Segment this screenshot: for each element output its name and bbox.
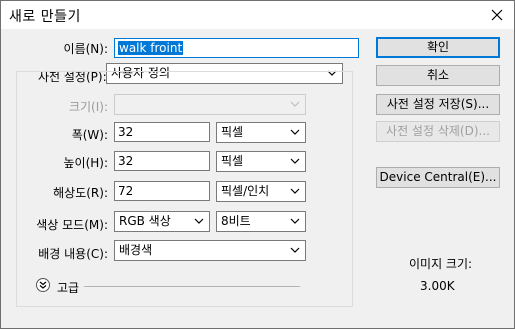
dialog-title: 새로 만들기 [9, 9, 81, 25]
close-button[interactable] [480, 1, 514, 29]
bit-depth-value: 8비트 [221, 214, 251, 228]
background-select[interactable]: 배경색 [114, 240, 306, 261]
cancel-button[interactable]: 취소 [376, 65, 500, 86]
name-input-value: walk froint [118, 41, 184, 55]
chevron-down-icon [194, 218, 204, 224]
name-input[interactable]: walk froint [114, 38, 359, 58]
chevron-down-icon [290, 129, 300, 135]
chevron-down-icon [290, 101, 300, 107]
delete-preset-button[interactable]: 사전 설정 삭제(D)... [376, 121, 500, 142]
device-central-button[interactable]: Device Central(E)... [376, 167, 500, 188]
bit-depth-select[interactable]: 8비트 [216, 211, 306, 232]
ok-button[interactable]: 확인 [376, 37, 500, 58]
height-label: 높이(H): [63, 156, 108, 170]
chevron-down-icon [290, 218, 300, 224]
width-unit-value: 픽셀 [221, 125, 244, 139]
resolution-unit-value: 픽셀/인치 [221, 184, 270, 198]
advanced-label: 고급 [57, 281, 80, 295]
color-mode-select[interactable]: RGB 색상 [114, 211, 210, 232]
close-icon [491, 9, 503, 21]
resolution-label: 해상도(R): [53, 186, 108, 200]
size-label: 크기(I): [68, 100, 108, 114]
expand-icon [39, 281, 47, 289]
image-size-value: 3.00K [420, 279, 455, 293]
background-label: 배경 내용(C): [38, 247, 108, 261]
height-unit-select[interactable]: 픽셀 [216, 151, 306, 172]
width-input[interactable]: 32 [114, 122, 210, 142]
width-unit-select[interactable]: 픽셀 [216, 122, 306, 143]
advanced-divider [84, 286, 300, 287]
width-label: 폭(W): [71, 128, 108, 142]
size-select[interactable] [114, 94, 306, 115]
height-input[interactable]: 32 [114, 151, 210, 171]
color-mode-label: 색상 모드(M): [36, 218, 108, 232]
chevron-down-icon [290, 188, 300, 194]
save-preset-button[interactable]: 사전 설정 저장(S)... [376, 94, 500, 115]
resolution-unit-select[interactable]: 픽셀/인치 [216, 181, 306, 202]
image-size-label: 이미지 크기: [409, 257, 473, 271]
new-document-dialog: 새로 만들기 이름(N): walk froint 사전 설정(P): 사용자 … [0, 0, 515, 329]
chevron-down-icon [290, 247, 300, 253]
height-unit-value: 픽셀 [221, 154, 244, 168]
resolution-input[interactable]: 72 [114, 181, 210, 201]
chevron-down-icon [290, 158, 300, 164]
name-label: 이름(N): [63, 42, 108, 56]
title-bar: 새로 만들기 [1, 1, 514, 29]
background-value: 배경색 [119, 243, 153, 257]
color-mode-value: RGB 색상 [119, 214, 171, 228]
advanced-toggle[interactable] [36, 278, 50, 292]
